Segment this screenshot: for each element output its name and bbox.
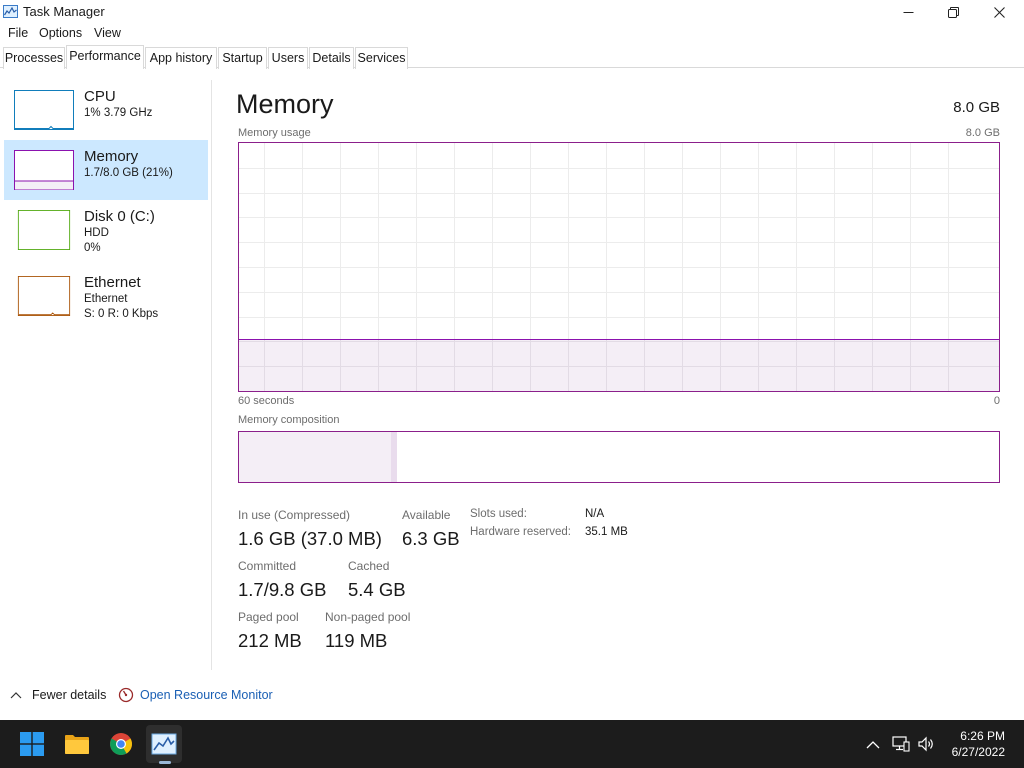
committed-label: Committed bbox=[238, 559, 297, 573]
tray-network-button[interactable] bbox=[892, 735, 910, 753]
committed-value: 1.7/9.8 GB bbox=[238, 579, 327, 600]
chevron-up-icon bbox=[10, 692, 22, 699]
in-use-label: In use (Compressed) bbox=[238, 508, 351, 522]
tab-performance[interactable]: Performance bbox=[66, 45, 144, 69]
folder-icon bbox=[65, 735, 89, 754]
active-app-indicator bbox=[159, 761, 171, 764]
taskbar-file-explorer[interactable] bbox=[61, 728, 93, 760]
fewer-details-label: Fewer details bbox=[32, 688, 107, 702]
sidebar-disk-type: HDD bbox=[84, 227, 109, 239]
restore-button[interactable] bbox=[930, 0, 976, 24]
memory-mini-graph bbox=[14, 150, 74, 190]
resource-monitor-icon bbox=[118, 687, 134, 703]
available-label: Available bbox=[402, 508, 451, 522]
volume-icon bbox=[918, 736, 933, 752]
composition-modified bbox=[391, 432, 397, 482]
title-bar[interactable]: Task Manager bbox=[0, 0, 1024, 24]
sidebar-disk-title: Disk 0 (C:) bbox=[84, 208, 155, 225]
cached-label: Cached bbox=[348, 559, 390, 573]
close-button[interactable] bbox=[976, 0, 1022, 24]
sidebar-ethernet-throughput: S: 0 R: 0 Kbps bbox=[84, 308, 159, 320]
memory-usage-label: Memory usage bbox=[238, 127, 311, 139]
sidebar-ethernet-title: Ethernet bbox=[84, 274, 141, 291]
memory-total: 8.0 GB bbox=[953, 99, 1000, 116]
sidebar-ethernet-adapter: Ethernet bbox=[84, 293, 128, 305]
in-use-value: 1.6 GB (37.0 MB) bbox=[238, 528, 382, 549]
memory-usage-graph bbox=[238, 142, 1000, 392]
cpu-mini-graph bbox=[14, 90, 74, 130]
cached-value: 5.4 GB bbox=[348, 579, 406, 600]
composition-standby bbox=[397, 432, 906, 482]
task-manager-icon bbox=[151, 733, 177, 755]
menu-view[interactable]: View bbox=[94, 26, 121, 40]
fewer-details-button[interactable]: Fewer details bbox=[10, 688, 106, 702]
chrome-icon bbox=[110, 733, 132, 755]
sidebar-cpu-detail: 1% 3.79 GHz bbox=[84, 107, 153, 119]
sidebar-item-disk[interactable]: Disk 0 (C:) HDD 0% bbox=[4, 200, 208, 260]
window-title: Task Manager bbox=[23, 4, 105, 19]
tab-details[interactable]: Details bbox=[309, 47, 354, 69]
memory-composition-label: Memory composition bbox=[238, 414, 340, 426]
sidebar-item-cpu[interactable]: CPU 1% 3.79 GHz bbox=[4, 80, 208, 140]
tab-bar: Processes Performance App history Startu… bbox=[0, 44, 1024, 69]
memory-composition-bar bbox=[238, 431, 1000, 483]
disk-mini-graph bbox=[14, 210, 74, 250]
menu-options[interactable]: Options bbox=[39, 26, 82, 40]
sidebar-item-ethernet[interactable]: Ethernet Ethernet S: 0 R: 0 Kbps bbox=[4, 266, 208, 326]
memory-composition-chart bbox=[239, 432, 999, 482]
sidebar-disk-usage: 0% bbox=[84, 242, 101, 254]
paged-pool-label: Paged pool bbox=[238, 610, 299, 624]
composition-in-use bbox=[239, 432, 391, 482]
tab-users[interactable]: Users bbox=[268, 47, 308, 69]
sidebar-memory-title: Memory bbox=[84, 148, 139, 165]
ethernet-mini-graph bbox=[14, 276, 74, 316]
composition-free bbox=[906, 432, 999, 482]
open-resource-monitor-link[interactable]: Open Resource Monitor bbox=[118, 687, 273, 703]
hardware-reserved-label: Hardware reserved: bbox=[470, 526, 571, 538]
clock-date[interactable]: 6/27/2022 bbox=[952, 745, 1005, 759]
tab-startup[interactable]: Startup bbox=[218, 47, 267, 69]
minimize-icon bbox=[903, 11, 913, 13]
tab-services[interactable]: Services bbox=[355, 47, 408, 69]
non-paged-pool-label: Non-paged pool bbox=[325, 610, 411, 624]
tab-app-history[interactable]: App history bbox=[145, 47, 217, 69]
memory-usage-area bbox=[239, 339, 999, 391]
non-paged-pool-value: 119 MB bbox=[325, 630, 388, 651]
taskbar-task-manager[interactable] bbox=[146, 725, 182, 763]
tray-volume-button[interactable] bbox=[917, 735, 935, 753]
paged-pool-value: 212 MB bbox=[238, 630, 302, 651]
memory-usage-max: 8.0 GB bbox=[965, 127, 1000, 139]
menu-file[interactable]: File bbox=[8, 26, 28, 40]
hardware-reserved-value: 35.1 MB bbox=[585, 526, 628, 538]
task-manager-icon bbox=[3, 5, 18, 18]
minimize-button[interactable] bbox=[885, 0, 931, 24]
graph-time-now: 0 bbox=[993, 395, 1000, 407]
windows-logo-icon bbox=[20, 732, 44, 756]
taskbar-chrome[interactable] bbox=[105, 728, 137, 760]
sidebar-memory-detail: 1.7/8.0 GB (21%) bbox=[84, 167, 173, 179]
tray-overflow-button[interactable] bbox=[864, 735, 882, 753]
chevron-up-icon bbox=[866, 740, 880, 748]
close-icon bbox=[993, 6, 1005, 18]
graph-time-span: 60 seconds bbox=[238, 395, 295, 407]
tab-processes[interactable]: Processes bbox=[3, 47, 65, 69]
performance-sidebar: CPU 1% 3.79 GHz Memory 1.7/8.0 GB (21%) … bbox=[0, 80, 212, 670]
start-button[interactable] bbox=[16, 728, 48, 760]
slots-used-label: Slots used: bbox=[470, 508, 527, 520]
footer: Fewer details Open Resource Monitor bbox=[0, 680, 1024, 710]
sidebar-item-memory[interactable]: Memory 1.7/8.0 GB (21%) bbox=[4, 140, 208, 200]
slots-used-value: N/A bbox=[585, 508, 605, 520]
clock-time[interactable]: 6:26 PM bbox=[960, 729, 1005, 743]
available-value: 6.3 GB bbox=[402, 528, 460, 549]
menu-bar: File Options View bbox=[0, 24, 1024, 44]
network-icon bbox=[892, 736, 910, 752]
taskbar: 6:26 PM 6/27/2022 bbox=[0, 720, 1024, 768]
page-title: Memory bbox=[236, 89, 334, 119]
memory-usage-chart bbox=[239, 143, 999, 391]
sidebar-cpu-title: CPU bbox=[84, 88, 116, 105]
open-resource-monitor-label: Open Resource Monitor bbox=[140, 688, 273, 702]
restore-icon bbox=[947, 6, 959, 18]
